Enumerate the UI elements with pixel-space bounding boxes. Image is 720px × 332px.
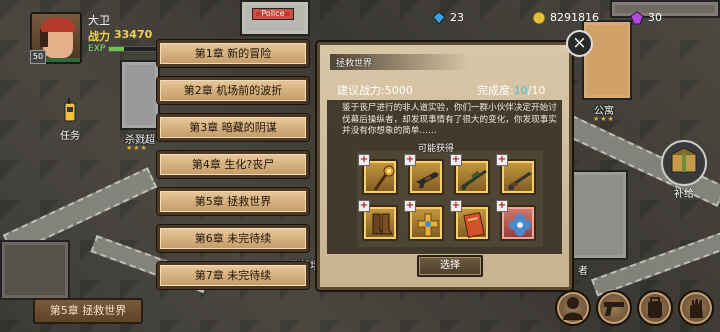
person-icon bbox=[563, 297, 583, 320]
apartment-building[interactable] bbox=[582, 20, 632, 100]
building bbox=[0, 240, 70, 300]
purple-gem-count: 30 bbox=[648, 11, 662, 24]
building bbox=[610, 0, 720, 18]
task-button[interactable]: 任务 bbox=[50, 98, 90, 142]
hospital-building[interactable] bbox=[120, 60, 160, 130]
plus-icon: + bbox=[450, 154, 462, 166]
plus-icon: + bbox=[358, 154, 370, 166]
power-value: 33470 bbox=[114, 28, 153, 41]
purple-gem-icon bbox=[630, 11, 644, 25]
chapter-detail-panel: 拯救世界 建议战力:5000 完成度:10/10 鉴于丧尸进行的非人道实验，你们… bbox=[317, 42, 572, 290]
walkie-talkie-icon bbox=[64, 98, 76, 122]
stars: ★★★ bbox=[593, 115, 615, 123]
supply-label: 补给 bbox=[674, 189, 694, 200]
chapter-description: 鉴于丧尸进行的非人道实验，你们一群小伙伴决定开始讨伐幕后操纵者，却发现事情有了很… bbox=[342, 103, 557, 136]
plus-icon: + bbox=[496, 154, 508, 166]
completion: 完成度:10/10 bbox=[477, 82, 545, 98]
flower-charm-icon bbox=[509, 214, 531, 236]
level-badge: 50 bbox=[30, 50, 46, 64]
gold-coin-count: 8291816 bbox=[550, 11, 599, 24]
avatar-cap bbox=[41, 18, 75, 32]
book-icon bbox=[463, 211, 485, 239]
player-name: 大卫 bbox=[88, 14, 110, 27]
pistol-icon bbox=[604, 302, 624, 316]
chapter-6-button[interactable]: 第6章 未完待续 bbox=[157, 225, 309, 252]
staff-icon bbox=[373, 165, 395, 191]
chapter-4-button[interactable]: 第4章 生化?丧尸 bbox=[157, 151, 309, 178]
hand-icon bbox=[690, 299, 703, 318]
chapter-7-button[interactable]: 第7章 未完待续 bbox=[157, 262, 309, 289]
stars: ★★★ bbox=[126, 144, 148, 152]
chapter-5-button[interactable]: 第5章 拯救世界 bbox=[157, 188, 309, 215]
exp-bar-fill bbox=[109, 47, 124, 51]
boots-icon bbox=[372, 213, 393, 235]
shotgun-icon bbox=[508, 172, 532, 190]
completion-label: 完成度: bbox=[477, 84, 514, 97]
plus-icon: + bbox=[450, 200, 462, 212]
blue-gem-count: 23 bbox=[450, 11, 464, 24]
resource-blue-gem: 23 bbox=[432, 9, 464, 27]
supply-button[interactable]: 补给 bbox=[656, 140, 712, 200]
supply-crate-icon bbox=[661, 140, 707, 186]
weapon-button[interactable] bbox=[596, 290, 632, 326]
backpack-icon bbox=[648, 297, 662, 318]
gold-coin-icon bbox=[532, 11, 546, 25]
power-label: 战力 bbox=[88, 30, 110, 43]
resource-purple-gem: 30 bbox=[630, 9, 662, 27]
police-sign: Police bbox=[252, 8, 294, 20]
chapter-1-button[interactable]: 第1章 新的冒险 bbox=[157, 40, 309, 67]
character-button[interactable] bbox=[555, 290, 591, 326]
exp-label: EXP bbox=[88, 44, 106, 54]
completion-total: /10 bbox=[527, 84, 546, 97]
building bbox=[568, 170, 628, 260]
select-button[interactable]: 选择 bbox=[417, 255, 483, 277]
blue-gem-icon bbox=[432, 11, 446, 25]
map-label-other: 者 bbox=[578, 266, 588, 277]
rifle-icon bbox=[416, 172, 439, 188]
close-icon[interactable]: × bbox=[566, 30, 593, 57]
loot-title: 可能获得 bbox=[418, 144, 455, 154]
resource-gold-coin: 8291816 bbox=[532, 9, 599, 27]
plus-icon: + bbox=[496, 200, 508, 212]
plus-icon: + bbox=[404, 154, 416, 166]
current-chapter-button[interactable]: 第5章 拯救世界 bbox=[33, 298, 143, 324]
completion-done: 10 bbox=[513, 84, 528, 97]
menu-button[interactable] bbox=[678, 290, 714, 326]
cross-amulet-icon bbox=[417, 213, 439, 237]
backpack-button[interactable] bbox=[637, 290, 673, 326]
exp-bar bbox=[108, 46, 160, 52]
plus-icon: + bbox=[358, 200, 370, 212]
recommended-power: 建议战力:5000 bbox=[337, 84, 413, 97]
chapter-3-button[interactable]: 第3章 暗藏的阴谋 bbox=[157, 114, 309, 141]
plus-icon: + bbox=[404, 200, 416, 212]
panel-title: 拯救世界 bbox=[336, 59, 373, 69]
task-label: 任务 bbox=[60, 131, 80, 142]
sniper-rifle-icon bbox=[461, 170, 487, 190]
chapter-2-button[interactable]: 第2章 机场前的波折 bbox=[157, 77, 309, 104]
